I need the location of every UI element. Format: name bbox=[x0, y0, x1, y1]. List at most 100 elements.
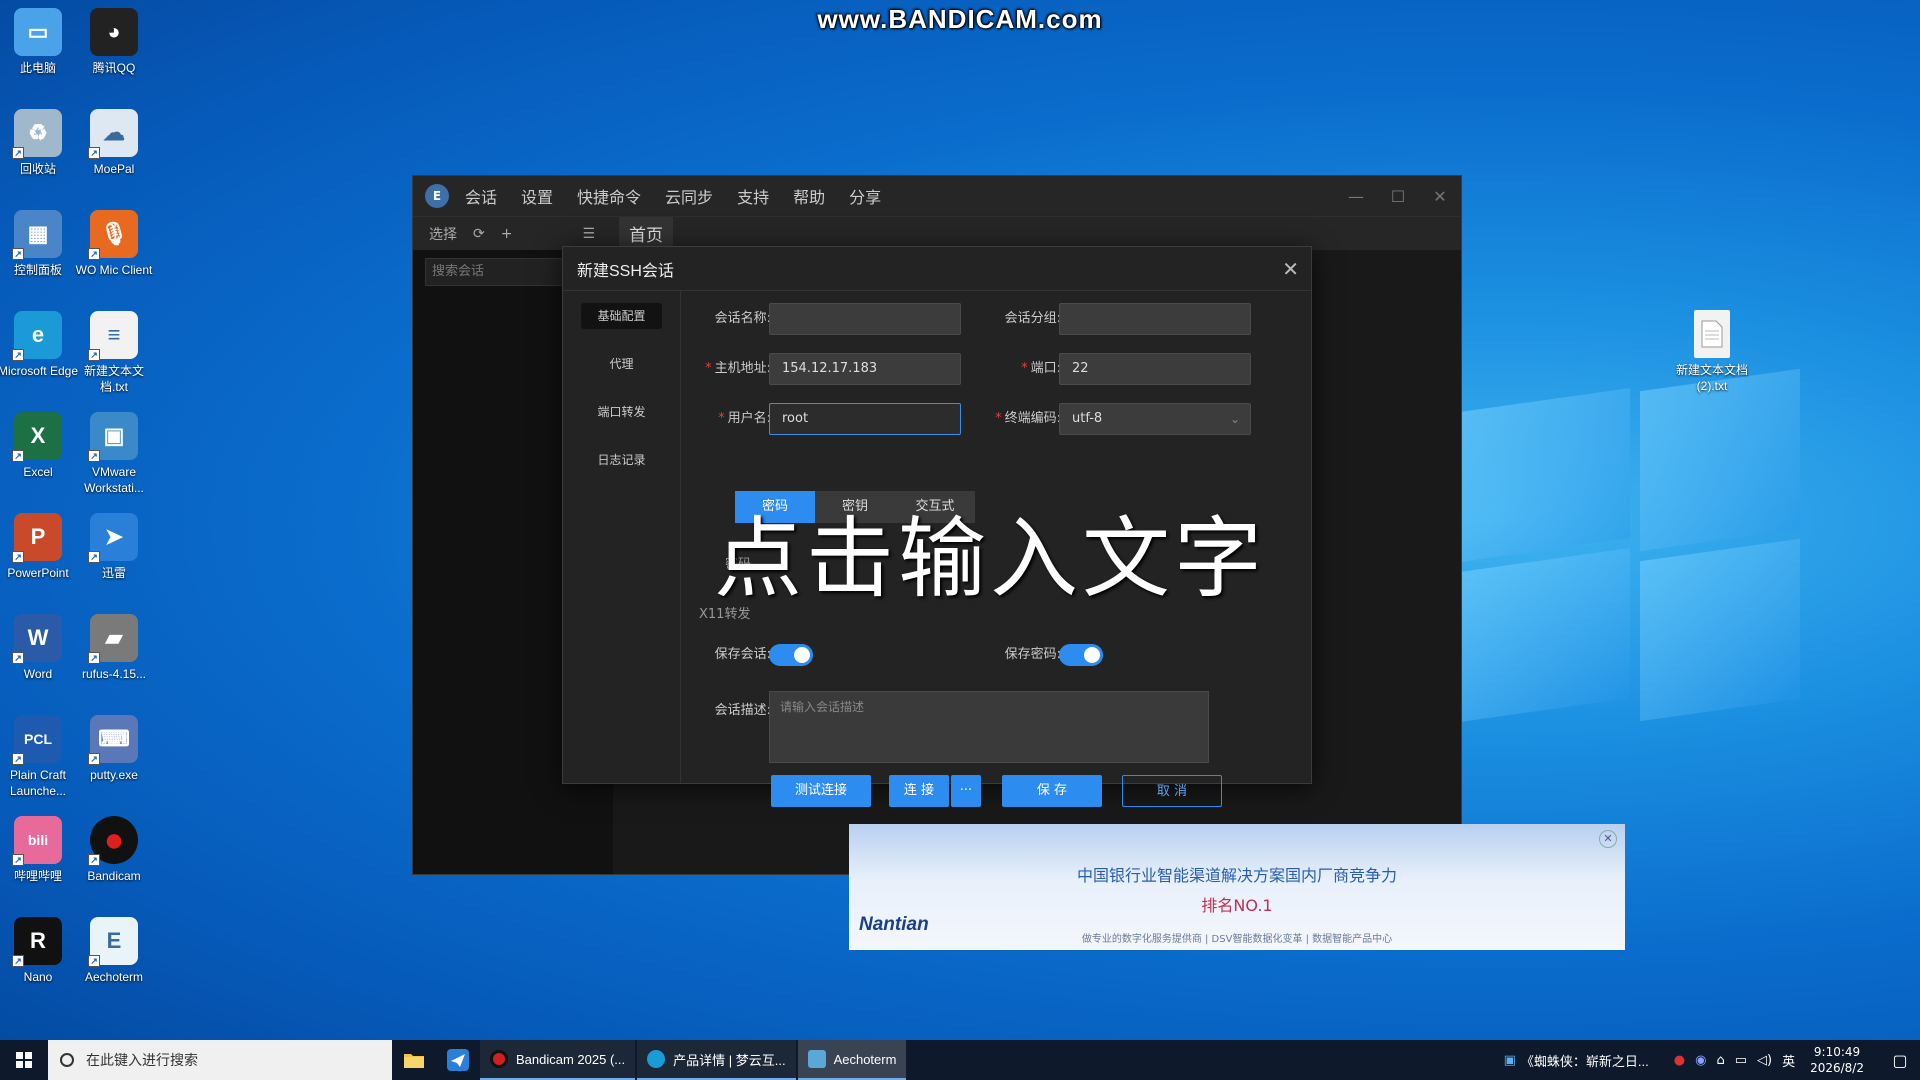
news-widget-icon[interactable]: ▣ bbox=[1504, 1053, 1516, 1068]
desktop-icon[interactable]: ☁ ↗ MoePal bbox=[72, 109, 156, 177]
network-icon[interactable]: ▭ bbox=[1735, 1053, 1747, 1068]
nav-basic-config[interactable]: 基础配置 bbox=[581, 303, 662, 329]
desktop-icon[interactable]: R ↗ Nano bbox=[0, 917, 80, 985]
host-input[interactable]: 154.12.17.183 bbox=[769, 353, 961, 385]
windows-start-icon bbox=[16, 1052, 32, 1068]
session-name-label: 会话名称: bbox=[714, 311, 771, 326]
task-label: 产品详情 | 梦云互... bbox=[673, 1052, 786, 1068]
desktop-icon[interactable]: ⌨ ↗ putty.exe bbox=[72, 715, 156, 783]
clock[interactable]: 9:10:49 2026/8/2 bbox=[1810, 1044, 1864, 1076]
encoding-value: utf-8 bbox=[1072, 411, 1103, 426]
encoding-select[interactable]: utf-8 ⌄ bbox=[1059, 403, 1251, 435]
save-password-toggle[interactable] bbox=[1059, 644, 1103, 666]
dialog-nav: 基础配置 代理 端口转发 日志记录 bbox=[563, 291, 681, 783]
volume-icon[interactable]: ◁) bbox=[1757, 1053, 1772, 1068]
desktop-icon[interactable]: ● ↗ Bandicam bbox=[72, 816, 156, 884]
menu-share[interactable]: 分享 bbox=[849, 184, 881, 208]
menu-support[interactable]: 支持 bbox=[737, 184, 769, 208]
port-input[interactable]: 22 bbox=[1059, 353, 1251, 385]
shortcut-arrow-icon: ↗ bbox=[88, 652, 100, 664]
powerpoint-icon: P ↗ bbox=[12, 513, 62, 563]
ad-close-icon[interactable]: ✕ bbox=[1599, 830, 1617, 848]
close-icon[interactable]: ✕ bbox=[1419, 187, 1461, 206]
desktop-icon-label: WO Mic Client bbox=[75, 263, 153, 277]
nav-proxy[interactable]: 代理 bbox=[581, 351, 662, 377]
list-menu-icon[interactable]: ☰ bbox=[582, 226, 595, 242]
desktop-icon-label: 哔哩哔哩 bbox=[13, 869, 62, 883]
bandicam-tray-icon[interactable]: ● bbox=[1674, 1053, 1685, 1068]
desktop-icon[interactable]: 🎙 ↗ WO Mic Client bbox=[72, 210, 156, 278]
tray-network-icon[interactable]: ⌂ bbox=[1716, 1053, 1724, 1068]
desktop-icon[interactable]: bili ↗ 哔哩哔哩 bbox=[0, 816, 80, 884]
chevron-down-icon: ⌄ bbox=[1229, 412, 1240, 426]
app-tray-icon[interactable]: ◉ bbox=[1695, 1053, 1706, 1068]
port-label: * 端口: bbox=[1021, 361, 1061, 376]
task-bandicam[interactable]: Bandicam 2025 (... bbox=[480, 1040, 636, 1080]
excel-icon: X ↗ bbox=[12, 412, 62, 462]
news-widget-text[interactable]: 《蜘蛛侠：崭新之日... bbox=[1521, 1051, 1649, 1070]
session-group-label: 会话分组: bbox=[1004, 311, 1061, 326]
task-aechoterm[interactable]: Aechoterm bbox=[797, 1040, 907, 1080]
desktop-icon[interactable]: ≡ ↗ 新建文本文档.txt bbox=[72, 311, 156, 395]
select-button[interactable]: 选择 bbox=[429, 224, 457, 244]
taskbar-search-input[interactable]: 在此键入进行搜索 bbox=[48, 1040, 392, 1080]
nav-port-forward[interactable]: 端口转发 bbox=[581, 399, 662, 425]
clock-date: 2026/8/2 bbox=[1810, 1061, 1864, 1075]
menu-settings[interactable]: 设置 bbox=[521, 184, 553, 208]
notification-icon[interactable]: ▢ bbox=[1880, 1051, 1920, 1070]
maximize-icon[interactable]: ☐ bbox=[1377, 187, 1419, 206]
menu-quick-commands[interactable]: 快捷命令 bbox=[577, 184, 641, 208]
desktop-icon[interactable]: PCL ↗ Plain Craft Launche... bbox=[0, 715, 80, 799]
desktop-icon[interactable]: E ↗ Aechoterm bbox=[72, 917, 156, 985]
desktop-icon[interactable]: ▦ ↗ 控制面板 bbox=[0, 210, 80, 278]
desktop-icon[interactable]: ▭ 此电脑 bbox=[0, 8, 80, 76]
task-edge[interactable]: 产品详情 | 梦云互... bbox=[637, 1040, 796, 1080]
desktop-icon[interactable]: X ↗ Excel bbox=[0, 412, 80, 480]
menu-help[interactable]: 帮助 bbox=[793, 184, 825, 208]
cancel-button[interactable]: 取 消 bbox=[1122, 775, 1222, 807]
desktop-icon-label: Bandicam bbox=[87, 869, 141, 883]
session-group-input[interactable] bbox=[1059, 303, 1251, 335]
description-textarea[interactable]: 请输入会话描述 bbox=[769, 691, 1209, 763]
test-connection-button[interactable]: 测试连接 bbox=[771, 775, 871, 807]
desktop-icon-label: 新建文本文档 (2).txt bbox=[1675, 363, 1748, 393]
save-button[interactable]: 保 存 bbox=[1002, 775, 1102, 807]
connect-button[interactable]: 连 接 bbox=[889, 775, 949, 807]
file-explorer-icon[interactable] bbox=[392, 1040, 436, 1080]
word-icon: W ↗ bbox=[12, 614, 62, 664]
desktop-icon[interactable]: ➤ ↗ 迅雷 bbox=[72, 513, 156, 581]
ad-banner[interactable]: ✕ 中国银行业智能渠道解决方案国内厂商竞争力 排名NO.1 Nantian 做专… bbox=[849, 824, 1625, 950]
desktop-icon[interactable]: ♻ ↗ 回收站 bbox=[0, 109, 80, 177]
session-name-input[interactable] bbox=[769, 303, 961, 335]
toolbar: 选择 ⟳ + ☰ 首页 bbox=[413, 216, 1461, 250]
ime-indicator[interactable]: 英 bbox=[1782, 1051, 1795, 1070]
desktop-icon[interactable]: W ↗ Word bbox=[0, 614, 80, 682]
text-file-icon bbox=[1694, 310, 1730, 358]
save-session-toggle[interactable] bbox=[769, 644, 813, 666]
desktop-icon[interactable]: ◕ 腾讯QQ bbox=[72, 8, 156, 76]
nav-logging[interactable]: 日志记录 bbox=[581, 447, 662, 473]
menu-cloud-sync[interactable]: 云同步 bbox=[665, 184, 713, 208]
shortcut-arrow-icon: ↗ bbox=[12, 349, 24, 361]
add-icon[interactable]: + bbox=[501, 226, 513, 242]
desktop-icon[interactable]: ▰ ↗ rufus-4.15... bbox=[72, 614, 156, 682]
refresh-icon[interactable]: ⟳ bbox=[473, 226, 485, 242]
shortcut-arrow-icon: ↗ bbox=[12, 652, 24, 664]
save-password-label: 保存密码: bbox=[1004, 647, 1061, 662]
username-input[interactable]: root bbox=[769, 403, 961, 435]
close-icon[interactable]: ✕ bbox=[1282, 257, 1299, 281]
shortcut-arrow-icon: ↗ bbox=[88, 248, 100, 260]
desktop-icon-text-file-2[interactable]: 新建文本文档 (2).txt bbox=[1670, 310, 1754, 394]
desktop-icon-label: Microsoft Edge bbox=[0, 364, 79, 378]
start-button[interactable] bbox=[0, 1040, 48, 1080]
desktop-icon[interactable]: ▣ ↗ VMware Workstati... bbox=[72, 412, 156, 496]
minimize-icon[interactable]: — bbox=[1335, 187, 1377, 206]
desktop-icon-label: VMware Workstati... bbox=[84, 465, 144, 495]
connect-more-button[interactable]: ··· bbox=[951, 775, 981, 807]
desktop-icon[interactable]: P ↗ PowerPoint bbox=[0, 513, 80, 581]
desktop-icon[interactable]: e ↗ Microsoft Edge bbox=[0, 311, 80, 379]
menu-session[interactable]: 会话 bbox=[465, 184, 497, 208]
vmware-icon: ▣ ↗ bbox=[88, 412, 138, 462]
ad-title: 中国银行业智能渠道解决方案国内厂商竞争力 bbox=[1076, 866, 1397, 885]
xunlei-bird-icon[interactable] bbox=[436, 1040, 480, 1080]
